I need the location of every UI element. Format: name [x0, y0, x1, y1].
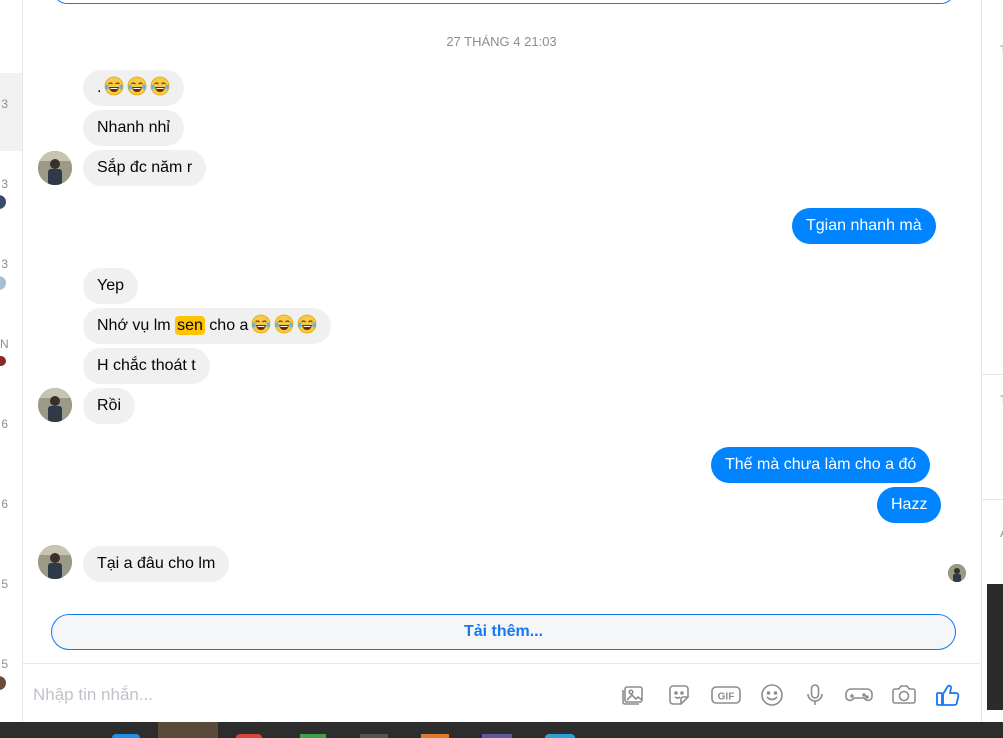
message-text: Nhớ vụ lm — [97, 317, 176, 334]
seen-avatar — [948, 564, 966, 582]
gif-label: GIF — [718, 692, 735, 703]
outgoing-message[interactable]: Tgian nhanh mà — [792, 208, 936, 244]
taskbar-app-icon[interactable] — [360, 734, 388, 738]
incoming-message[interactable]: . — [83, 70, 185, 106]
like-icon[interactable] — [934, 681, 964, 709]
edge-timestamp: 5 — [1, 657, 8, 671]
contact-avatar[interactable] — [38, 545, 72, 579]
edge-timestamp: 6 — [1, 497, 8, 511]
edge-avatar[interactable] — [0, 356, 6, 366]
edge-avatar[interactable] — [0, 276, 6, 290]
contact-avatar[interactable] — [38, 151, 72, 185]
laughing-emoji — [150, 74, 170, 96]
edge-avatar[interactable] — [0, 676, 6, 690]
message-composer: GIF — [23, 663, 980, 723]
contact-avatar[interactable] — [38, 388, 72, 422]
game-controller-icon[interactable] — [843, 681, 875, 709]
sticker-icon[interactable] — [665, 681, 693, 709]
search-highlight: sen — [175, 316, 205, 335]
laughing-emoji — [297, 312, 317, 334]
incoming-message[interactable]: Nhớ vụ lm sen cho a — [83, 308, 332, 344]
laughing-emoji — [251, 312, 271, 334]
microphone-icon[interactable] — [801, 681, 829, 709]
conversation-list-edge: 3 3 3 N 6 6 5 5 — [0, 0, 23, 722]
taskbar — [0, 722, 1003, 738]
incoming-message[interactable]: Tại a đâu cho lm — [83, 546, 230, 582]
incoming-message[interactable]: Rồi — [83, 388, 136, 424]
taskbar-app-icon[interactable] — [300, 734, 326, 738]
edge-timestamp: 5 — [1, 577, 8, 591]
edge-timestamp: N — [0, 337, 8, 351]
chat-thread[interactable]: 27 THÁNG 4 21:03 . Nhanh nhỉ Sắp đc năm … — [23, 0, 980, 663]
emoji-icon[interactable] — [758, 681, 786, 709]
incoming-message[interactable]: H chắc thoát t — [83, 348, 210, 384]
edge-avatar[interactable] — [0, 195, 6, 209]
background-window-edge — [987, 584, 1003, 710]
load-more-button[interactable]: Tải thêm... — [51, 614, 956, 650]
taskbar-item-active[interactable] — [158, 722, 218, 738]
message-timestamp: 27 THÁNG 4 21:03 — [446, 34, 557, 49]
message-text: cho a — [204, 317, 249, 334]
incoming-message[interactable]: Sắp đc năm r — [83, 150, 207, 186]
taskbar-app-icon[interactable] — [112, 734, 140, 738]
laughing-emoji — [274, 312, 294, 334]
laughing-emoji — [127, 74, 147, 96]
incoming-message[interactable]: Nhanh nhỉ — [83, 110, 184, 146]
outgoing-message[interactable]: Thế mà chưa làm cho a đó — [711, 447, 931, 483]
taskbar-app-icon[interactable] — [236, 734, 262, 738]
laughing-emoji-group — [248, 314, 317, 334]
selected-conversation-edge[interactable] — [0, 73, 22, 151]
edge-timestamp: 6 — [1, 417, 8, 431]
edge-timestamp: 3 — [1, 177, 8, 191]
previous-load-button-edge[interactable] — [53, 0, 955, 4]
photo-icon[interactable] — [620, 681, 648, 709]
laughing-emoji — [104, 74, 124, 96]
edge-timestamp: 3 — [1, 97, 8, 111]
taskbar-app-icon[interactable] — [421, 734, 449, 738]
camera-icon[interactable] — [889, 681, 919, 709]
incoming-message[interactable]: Yep — [83, 268, 138, 304]
outgoing-message[interactable]: Hazz — [877, 487, 942, 523]
gif-icon[interactable]: GIF — [710, 681, 742, 709]
message-input[interactable] — [31, 680, 595, 710]
laughing-emoji-group — [101, 76, 170, 96]
edge-timestamp: 3 — [1, 257, 8, 271]
taskbar-app-icon[interactable] — [545, 734, 575, 738]
taskbar-app-icon[interactable] — [482, 734, 512, 738]
